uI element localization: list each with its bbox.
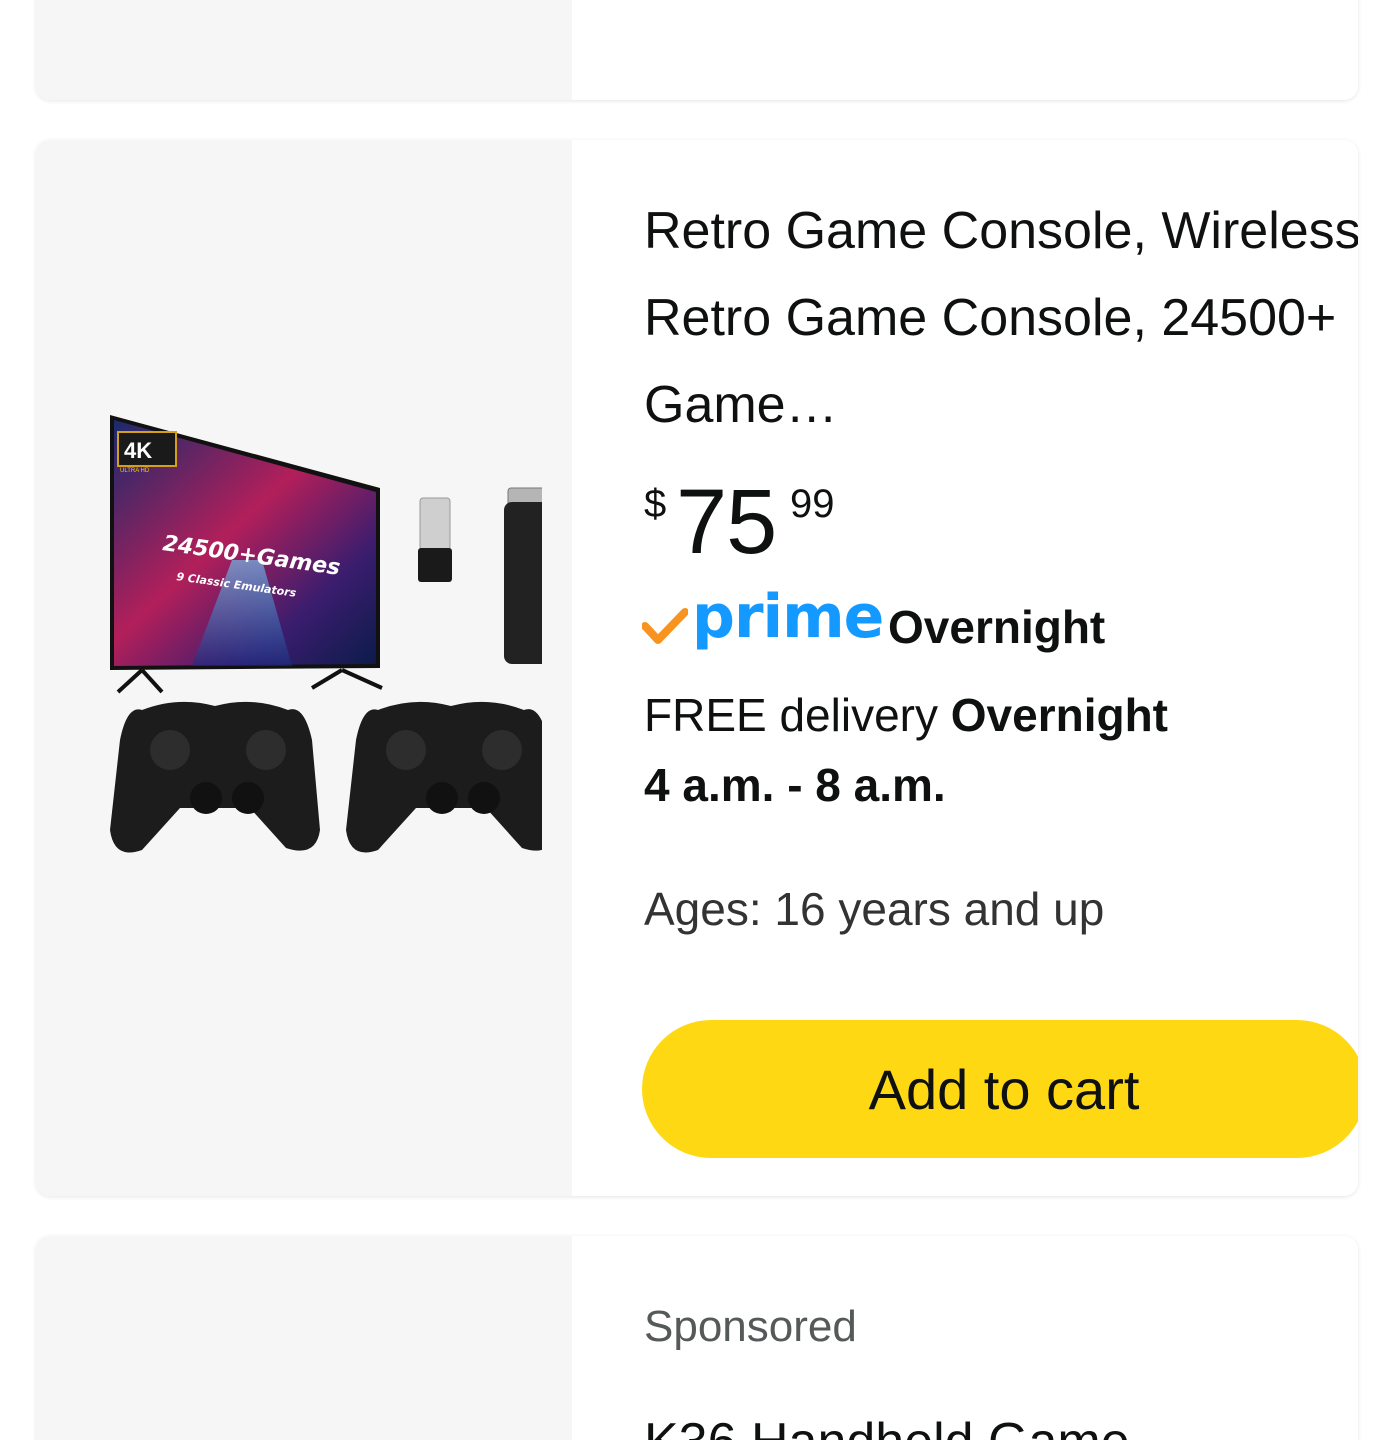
product-card[interactable]: 4K ULTRA HD 24500+Games 9 Classic Emulat… (36, 140, 1358, 1196)
product-image-area[interactable]: 4K ULTRA HD 24500+Games 9 Classic Emulat… (36, 140, 572, 1196)
sponsored-label: Sponsored (644, 1302, 857, 1351)
delivery-speed: Overnight (950, 689, 1168, 741)
product-image-area[interactable] (36, 0, 572, 100)
tv-badge-4k: 4K (124, 438, 152, 463)
price-currency: $ (644, 482, 667, 526)
delivery-info: FREE delivery Overnight 4 a.m. - 8 a.m. (644, 680, 1344, 820)
product-image[interactable]: 4K ULTRA HD 24500+Games 9 Classic Emulat… (72, 410, 542, 930)
tv-badge-sub: ULTRA HD (120, 468, 150, 474)
prime-logo-text: prime (692, 582, 884, 652)
product-image-area[interactable] (36, 1236, 572, 1440)
product-info-area: Sponsored K36 Handheld Game (572, 1236, 1358, 1440)
price-fraction: 99 (790, 482, 835, 526)
product-info-area: Retro Game Console, Wireless Retro Game … (572, 140, 1358, 1196)
product-info-area (572, 0, 1358, 100)
controller-image-2 (346, 701, 542, 853)
prime-badge: prime Overnight (642, 580, 1202, 660)
prime-speed-label: Overnight (888, 601, 1106, 653)
delivery-prefix: FREE delivery (644, 689, 938, 741)
product-title[interactable]: Retro Game Console, Wireless Retro Game … (644, 188, 1358, 449)
delivery-window: 4 a.m. - 8 a.m. (644, 759, 946, 811)
product-title[interactable]: K36 Handheld Game (644, 1412, 1130, 1440)
age-range: Ages: 16 years and up (644, 883, 1105, 935)
product-card-previous[interactable] (36, 0, 1358, 100)
product-card-next[interactable]: Sponsored K36 Handheld Game (36, 1236, 1358, 1440)
controller-image-1 (110, 701, 320, 853)
prime-check-icon (642, 608, 688, 644)
add-to-cart-button[interactable]: Add to cart (642, 1020, 1358, 1158)
price-whole: 75 (676, 471, 777, 573)
